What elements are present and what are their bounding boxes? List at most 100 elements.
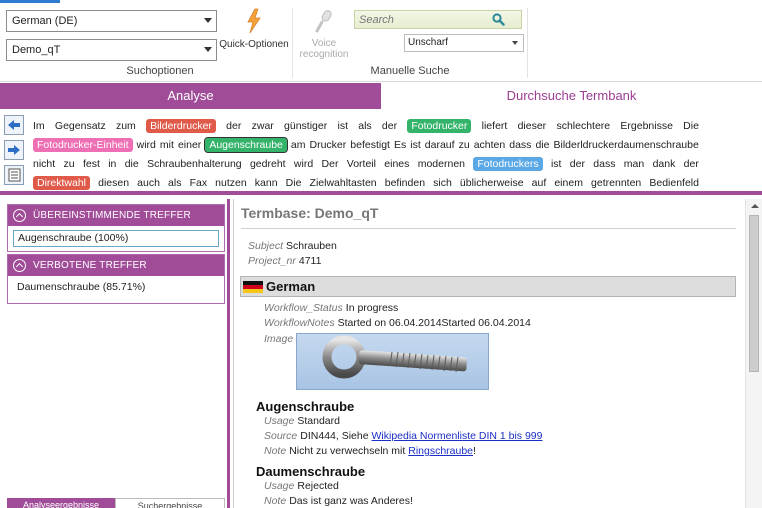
chevron-down-icon [204,47,212,52]
vertical-scrollbar[interactable] [745,199,762,508]
analysis-word: ist [410,138,421,151]
analysis-text-panel: Im Gegensatz zum Bilderdrucker der zwar günsti… [0,111,762,195]
voice-recognition-button[interactable]: Voice recognition [294,8,354,60]
analysis-word: ist [550,157,562,170]
manual-search-input[interactable] [355,11,495,28]
analysis-word: kann [254,176,278,189]
subject-value: Schrauben [286,240,337,252]
analysis-word: der [226,119,242,132]
results-tabbar: Analyseergebnisse Suchergebnisse [7,498,225,508]
fuzzy-mode-select[interactable]: Unscharf [404,34,524,52]
analysis-word: der [569,157,585,170]
workflow-status-value: In progress [345,302,399,314]
matching-hit-item[interactable]: Augenschraube (100%) [13,230,219,247]
ribbon-top-border [0,0,762,3]
analysis-word: als [358,119,372,132]
note-label: Note [264,445,287,457]
analysis-word: Bedienfeld [649,176,699,189]
ribbon: German (DE) Demo_qT Suchoptionen Quick-O… [0,0,762,82]
analysis-word: mit [159,138,174,151]
term-highlight[interactable]: Augenschraube [204,136,288,153]
analysis-word: befestigt [350,138,390,151]
termbase-select[interactable]: Demo_qT [6,39,217,61]
analysis-line: nicht zu fest in die Schraubenhalterung gedreh… [33,154,699,173]
usage-label: Usage [264,415,295,427]
language-select[interactable]: German (DE) [6,10,217,32]
analysis-word: eines [384,157,410,170]
project-field: Project_nr 4711 [248,255,321,267]
analysis-word: dass [593,157,616,170]
term-highlight[interactable]: Fotodrucker-Einheit [33,137,133,152]
hits-pane: ÜBEREINSTIMMENDE TREFFER Augenschraube (… [0,199,230,508]
term-highlight[interactable]: Fotodrucker [407,118,472,133]
scrollbar-thumb[interactable] [749,215,759,372]
eye-bolt-image [296,333,489,390]
tab-termbank-search[interactable]: Durchsuche Termbank [381,83,762,109]
analysis-word: der [683,157,699,170]
term-highlight[interactable]: Bilderdrucker [146,118,216,133]
image-field-label: Image [264,333,296,345]
analysis-word: befinden [384,176,426,189]
analysis-word: liefert [481,119,508,132]
quick-options-button[interactable]: Quick-Optionen [218,8,290,50]
analysis-toolbar [4,115,26,190]
forbidden-hit-item[interactable]: Daumenschraube (85.71%) [13,280,219,297]
analysis-text: Im Gegensatz zum Bilderdrucker der zwar günsti… [33,116,699,192]
forbidden-hits-header[interactable]: VERBOTENE TREFFER [8,255,224,276]
manual-search-group-label: Manuelle Suche [370,65,450,77]
analysis-word: fest [82,157,100,170]
analysis-word: dass [509,138,532,151]
analysis-line: Fotodrucker-Einheit wird mit einer Augenschr… [33,135,699,154]
analysis-word: nutzen [215,176,247,189]
matching-hits-title: ÜBEREINSTIMMENDE TREFFER [33,210,191,221]
usage-field: Usage Standard [264,415,340,427]
source-link[interactable]: Wikipedia Normenliste DIN 1 bis 999 [372,430,543,442]
matching-hits-header[interactable]: ÜBEREINSTIMMENDE TREFFER [8,205,224,226]
analysis-word: dank [652,157,676,170]
project-value: 4711 [298,255,322,267]
previous-button[interactable] [4,115,24,135]
term-highlight[interactable]: Direktwahl [33,175,91,190]
analysis-word: zum [115,119,136,132]
source-field: Source DIN444, Siehe Wikipedia Normenlist… [264,430,542,442]
scroll-up-icon[interactable] [751,204,759,208]
analysis-line: Im Gegensatz zum Bilderdrucker der zwar günsti… [33,116,699,135]
note-link[interactable]: Ringschraube [408,445,473,457]
manual-search-box[interactable] [354,10,522,29]
tab-analysis[interactable]: Analyse [0,83,381,109]
analysis-word: Vorteil [346,157,376,170]
next-button[interactable] [4,140,24,160]
tab-analysis-results[interactable]: Analyseergebnisse [7,498,115,508]
analysis-word: wird [136,138,156,151]
subject-field: Subject Schrauben [248,240,337,252]
collapse-chevron-icon[interactable] [13,259,26,272]
termbase-entry-pane: Termbase: Demo_qT Subject Schrauben Proje… [233,199,762,508]
analysis-word: Schraubenhalterung [147,157,242,170]
analysis-word: zu [458,138,470,151]
note-value: Das ist ganz was Anderes! [289,495,413,507]
collapse-chevron-icon[interactable] [13,209,26,222]
analysis-word: achten [473,138,506,151]
ribbon-separator [527,8,528,78]
analysis-word: getrennten [591,176,642,189]
analysis-word: der [381,119,398,132]
tab-search-results[interactable]: Suchergebnisse [115,498,225,508]
microphone-icon [315,10,332,33]
analysis-word: wird [293,157,314,170]
project-label: Project_nr [248,255,296,267]
analysis-word: Der [321,157,339,170]
analysis-word: am [290,138,306,151]
analysis-word: Gegensatz [54,119,106,132]
fuzzy-mode-value: Unscharf [408,37,449,48]
analysis-word: Es [394,138,407,151]
term-name: Augenschraube [256,399,355,414]
voice-label-line1: Voice [311,38,337,49]
ribbon-separator [292,8,293,78]
analysis-word: Drucker [309,138,347,151]
notes-button[interactable] [4,165,24,185]
workflow-status-field: Workflow_Status In progress [264,302,398,314]
analysis-line: Direktwahl diesen auch als Fax nutzen kann Die Z… [33,173,699,192]
search-icon[interactable] [492,13,505,26]
main-tabbar: Analyse Durchsuche Termbank [0,83,762,109]
term-highlight[interactable]: Fotodruckers [473,156,543,171]
